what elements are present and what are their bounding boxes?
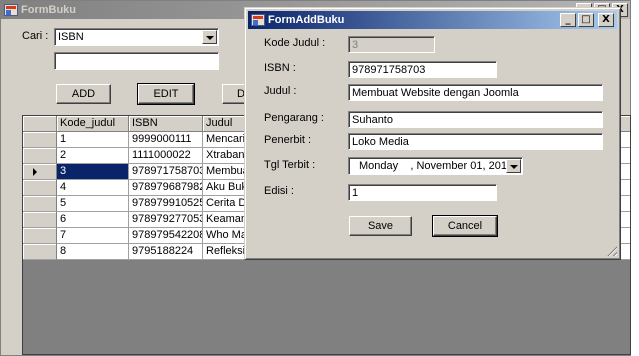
- penerbit-field[interactable]: Loko Media: [348, 133, 603, 150]
- cell-isbn[interactable]: 1111000022: [129, 148, 203, 164]
- tgl-terbit-value: Monday , November 01, 2010: [359, 160, 514, 172]
- cell-kode[interactable]: 4: [57, 180, 129, 196]
- column-header-kode-judul[interactable]: Kode_judul: [57, 116, 129, 132]
- penerbit-label: Penerbit :: [264, 134, 312, 146]
- cell-isbn[interactable]: 9795188224: [129, 244, 203, 260]
- app-form-icon: [251, 14, 265, 26]
- dialog-minimize-button[interactable]: _: [560, 13, 576, 27]
- cell-kode[interactable]: 2: [57, 148, 129, 164]
- edisi-field[interactable]: 1: [348, 184, 497, 201]
- cell-kode[interactable]: 7: [57, 228, 129, 244]
- search-label: Cari :: [22, 30, 49, 42]
- cell-kode[interactable]: 1: [57, 132, 129, 148]
- search-field-value: ISBN: [58, 31, 84, 43]
- kode-judul-label: Kode Judul :: [264, 37, 326, 49]
- search-input[interactable]: [54, 52, 219, 70]
- calendar-dropdown-icon[interactable]: [506, 159, 521, 173]
- judul-field[interactable]: Membuat Website dengan Joomla: [348, 84, 603, 101]
- pengarang-label: Pengarang :: [264, 112, 324, 124]
- dialog-maximize-button[interactable]: □: [578, 13, 594, 27]
- row-header-cell[interactable]: [23, 164, 57, 180]
- grid-corner-cell: [23, 116, 57, 132]
- chevron-down-icon[interactable]: [202, 30, 217, 44]
- cell-isbn[interactable]: 9789799105257: [129, 196, 203, 212]
- formaddbuku-dialog: FormAddBuku _ □ X Kode Judul : 3 ISBN : …: [244, 7, 621, 260]
- judul-label: Judul :: [264, 85, 297, 97]
- cell-isbn[interactable]: 9999000111: [129, 132, 203, 148]
- tgl-terbit-datepicker[interactable]: Monday , November 01, 2010: [348, 157, 523, 175]
- cell-isbn[interactable]: 978971758703: [129, 164, 203, 180]
- row-header-cell[interactable]: [23, 196, 57, 212]
- dialog-close-button[interactable]: X: [598, 13, 614, 27]
- search-field-combo[interactable]: ISBN: [54, 28, 219, 46]
- save-button[interactable]: Save: [349, 216, 412, 236]
- isbn-label: ISBN :: [264, 62, 296, 74]
- formaddbuku-titlebar[interactable]: FormAddBuku _ □ X: [248, 11, 617, 29]
- row-header-cell[interactable]: [23, 212, 57, 228]
- formbuku-title: FormBuku: [21, 4, 76, 16]
- cell-kode[interactable]: 3: [57, 164, 129, 180]
- resize-grip-icon[interactable]: [605, 244, 617, 256]
- cell-kode[interactable]: 6: [57, 212, 129, 228]
- cell-kode[interactable]: 5: [57, 196, 129, 212]
- app-form-icon: [4, 4, 18, 16]
- edisi-label: Edisi :: [264, 185, 294, 197]
- cancel-button[interactable]: Cancel: [432, 215, 498, 237]
- formaddbuku-title: FormAddBuku: [268, 14, 345, 26]
- kode-judul-field: 3: [348, 36, 435, 53]
- current-row-pointer-icon: [33, 168, 37, 176]
- cell-kode[interactable]: 8: [57, 244, 129, 260]
- row-header-cell[interactable]: [23, 244, 57, 260]
- row-header-cell[interactable]: [23, 132, 57, 148]
- add-button[interactable]: ADD: [56, 84, 111, 104]
- row-header-cell[interactable]: [23, 148, 57, 164]
- column-header-isbn[interactable]: ISBN: [129, 116, 203, 132]
- cell-isbn[interactable]: 9789795422082: [129, 228, 203, 244]
- cell-isbn[interactable]: 9789796879823: [129, 180, 203, 196]
- edit-button[interactable]: EDIT: [137, 83, 195, 105]
- row-header-cell[interactable]: [23, 180, 57, 196]
- pengarang-field[interactable]: Suhanto: [348, 111, 603, 128]
- tgl-terbit-label: Tgl Terbit :: [264, 159, 316, 171]
- isbn-field[interactable]: 978971758703: [348, 61, 497, 78]
- cell-isbn[interactable]: 9789792770537: [129, 212, 203, 228]
- row-header-cell[interactable]: [23, 228, 57, 244]
